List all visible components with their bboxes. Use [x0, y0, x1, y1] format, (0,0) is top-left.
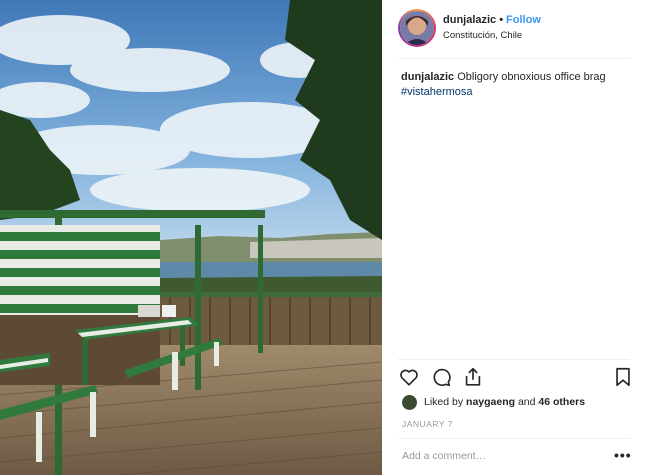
liker-username-link[interactable]: naygaeng — [466, 396, 515, 408]
more-options-icon[interactable]: ••• — [614, 447, 632, 463]
divider — [398, 359, 630, 360]
divider — [398, 438, 630, 439]
share-icon[interactable] — [462, 366, 484, 388]
avatar-image — [400, 11, 434, 45]
caption-text: Obligory obnoxious office brag — [457, 71, 606, 83]
bookmark-icon[interactable] — [612, 366, 634, 388]
post-caption: dunjalazic Obligory obnoxious office bra… — [401, 70, 636, 100]
likes-prefix: Liked by — [424, 396, 464, 408]
likes-and: and — [517, 396, 536, 408]
divider — [398, 58, 630, 59]
liker-avatar[interactable] — [402, 395, 417, 410]
likes-others-link[interactable]: 46 others — [538, 396, 585, 408]
post-author-line: dunjalazic • Follow — [443, 14, 541, 26]
comment-bubble-icon[interactable] — [430, 366, 452, 388]
avatar[interactable] — [400, 11, 434, 45]
caption-username-link[interactable]: dunjalazic — [401, 71, 454, 83]
deck-view-photo — [0, 0, 382, 475]
separator-dot: • — [499, 14, 504, 26]
location-link[interactable]: Constitución, Chile — [443, 30, 522, 41]
add-comment-input[interactable]: Add a comment… — [402, 450, 486, 462]
avatar-story-ring[interactable] — [398, 9, 436, 47]
username-link[interactable]: dunjalazic — [443, 14, 496, 26]
likes-text: Liked by naygaeng and 46 others — [424, 396, 585, 408]
post-header: dunjalazic • Follow Constitución, Chile — [382, 0, 648, 58]
post-photo[interactable] — [0, 0, 382, 475]
post-details-panel: dunjalazic • Follow Constitución, Chile du… — [382, 0, 648, 475]
heart-icon[interactable] — [398, 366, 420, 388]
action-bar — [398, 366, 634, 388]
follow-button[interactable]: Follow — [506, 14, 541, 26]
post-date[interactable]: JANUARY 7 — [402, 419, 453, 429]
hashtag-link[interactable]: #vistahermosa — [401, 86, 473, 98]
